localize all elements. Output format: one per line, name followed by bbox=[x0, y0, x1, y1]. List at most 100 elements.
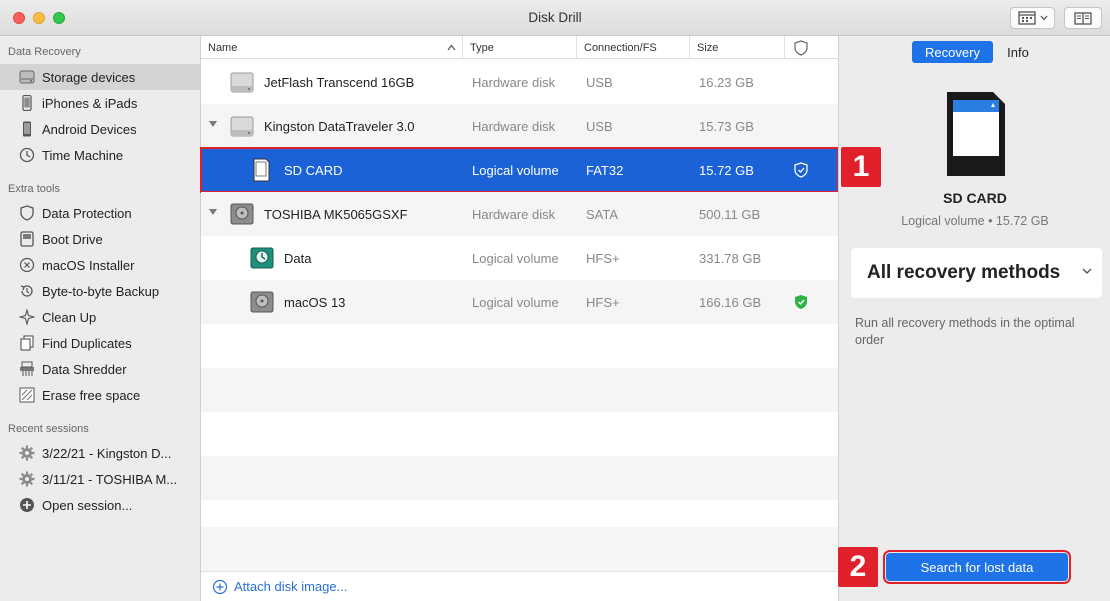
sidebar-item-erase-free-space[interactable]: Erase free space bbox=[0, 382, 200, 408]
boot-drive-icon bbox=[18, 230, 36, 248]
details-panel: Recovery Info SD CARD Logical volume • 1… bbox=[838, 36, 1110, 601]
disclosure-triangle-icon[interactable] bbox=[209, 209, 217, 215]
device-name: Data bbox=[284, 250, 312, 266]
device-connection: USB bbox=[586, 74, 613, 90]
sidebar-item-find-duplicates[interactable]: Find Duplicates bbox=[0, 330, 200, 356]
sidebar-item-label: Data Protection bbox=[42, 205, 132, 221]
sidebar-item-label: Erase free space bbox=[42, 387, 141, 403]
table-row[interactable]: Data Logical volume HFS+ 331.78 GB bbox=[201, 236, 838, 280]
sidebar-item-time-machine[interactable]: Time Machine bbox=[0, 142, 200, 168]
column-header-size[interactable]: Size bbox=[690, 36, 785, 59]
table-row[interactable]: macOS 13 Logical volume HFS+ 166.16 GB bbox=[201, 280, 838, 324]
column-connection-label: Connection/FS bbox=[584, 41, 657, 54]
plus-circle-icon bbox=[18, 496, 36, 514]
chevron-down-icon bbox=[1040, 15, 1047, 21]
hard-drive-icon bbox=[18, 68, 36, 86]
sidebar-item-open-session[interactable]: Open session... bbox=[0, 492, 200, 518]
selected-device-name: SD CARD bbox=[943, 190, 1007, 206]
device-size: 15.73 GB bbox=[699, 118, 754, 134]
device-type: Logical volume bbox=[472, 250, 559, 266]
device-type: Hardware disk bbox=[472, 118, 556, 134]
device-type: Hardware disk bbox=[472, 206, 556, 222]
android-device-icon bbox=[18, 120, 36, 138]
title-bar: Disk Drill bbox=[0, 0, 1110, 36]
sd-card-icon bbox=[251, 148, 271, 192]
installer-icon bbox=[18, 256, 36, 274]
sidebar-item-iphones[interactable]: iPhones & iPads bbox=[0, 90, 200, 116]
sidebar-item-session-kingston[interactable]: 3/22/21 - Kingston D... bbox=[0, 440, 200, 466]
table-header: Name Type Connection/FS Size bbox=[201, 36, 838, 59]
sidebar-item-byte-backup[interactable]: Byte-to-byte Backup bbox=[0, 278, 200, 304]
table-row-selected[interactable]: SD CARD Logical volume FAT32 15.72 GB bbox=[200, 147, 839, 193]
empty-row bbox=[201, 368, 838, 412]
sidebar-item-label: Android Devices bbox=[42, 121, 137, 137]
view-mode-button[interactable] bbox=[1010, 7, 1055, 29]
gear-icon bbox=[18, 470, 36, 488]
device-type: Logical volume bbox=[472, 294, 559, 310]
column-header-protection[interactable] bbox=[785, 36, 838, 59]
backup-icon bbox=[18, 282, 36, 300]
panel-icon bbox=[1074, 11, 1092, 25]
sidebar-item-boot-drive[interactable]: Boot Drive bbox=[0, 226, 200, 252]
device-connection: HFS+ bbox=[586, 250, 620, 266]
column-header-name[interactable]: Name bbox=[201, 36, 463, 59]
sidebar-item-label: Data Shredder bbox=[42, 361, 127, 377]
sidebar-item-label: macOS Installer bbox=[42, 257, 135, 273]
callout-badge-1: 1 bbox=[841, 147, 881, 187]
sd-card-large-icon bbox=[943, 90, 1009, 178]
sidebar-item-label: Storage devices bbox=[42, 69, 136, 85]
tab-recovery[interactable]: Recovery bbox=[912, 41, 993, 63]
device-size: 500.11 GB bbox=[699, 206, 761, 222]
toggle-panel-button[interactable] bbox=[1064, 7, 1102, 29]
device-type: Hardware disk bbox=[472, 74, 556, 90]
device-name: Kingston DataTraveler 3.0 bbox=[264, 118, 415, 134]
sidebar-item-clean-up[interactable]: Clean Up bbox=[0, 304, 200, 330]
device-connection: FAT32 bbox=[586, 162, 624, 178]
shield-icon bbox=[794, 39, 808, 56]
internal-hard-disk-icon bbox=[249, 280, 275, 324]
column-type-label: Type bbox=[470, 41, 494, 54]
external-drive-icon bbox=[229, 104, 255, 148]
device-size: 166.16 GB bbox=[699, 294, 762, 310]
sidebar-item-label: Open session... bbox=[42, 497, 133, 513]
table-row[interactable]: TOSHIBA MK5065GSXF Hardware disk SATA 50… bbox=[201, 192, 838, 236]
empty-row bbox=[201, 527, 838, 571]
device-name: SD CARD bbox=[284, 162, 343, 178]
sidebar-item-data-shredder[interactable]: Data Shredder bbox=[0, 356, 200, 382]
sidebar-item-label: Time Machine bbox=[42, 147, 124, 163]
search-for-lost-data-button[interactable]: Search for lost data bbox=[883, 550, 1071, 584]
sidebar-item-macos-installer[interactable]: macOS Installer bbox=[0, 252, 200, 278]
sidebar-item-label: Find Duplicates bbox=[42, 335, 132, 351]
column-header-type[interactable]: Type bbox=[463, 36, 577, 59]
disclosure-triangle-icon[interactable] bbox=[209, 121, 217, 127]
sidebar-item-android-devices[interactable]: Android Devices bbox=[0, 116, 200, 142]
sidebar-item-label: iPhones & iPads bbox=[42, 95, 138, 111]
callout-badge-2: 2 bbox=[838, 547, 878, 587]
time-machine-volume-icon bbox=[249, 236, 275, 280]
sidebar-item-data-protection[interactable]: Data Protection bbox=[0, 200, 200, 226]
section-label-data-recovery: Data Recovery bbox=[8, 46, 81, 58]
erase-icon bbox=[18, 386, 36, 404]
window-title: Disk Drill bbox=[528, 10, 582, 25]
device-name: macOS 13 bbox=[284, 294, 346, 310]
sidebar-item-storage-devices[interactable]: Storage devices bbox=[0, 64, 200, 90]
sidebar-item-session-toshiba[interactable]: 3/11/21 - TOSHIBA M... bbox=[0, 466, 200, 492]
external-drive-icon bbox=[229, 60, 255, 104]
table-row[interactable]: Kingston DataTraveler 3.0 Hardware disk … bbox=[201, 104, 838, 148]
shield-check-icon[interactable] bbox=[794, 148, 808, 192]
iphone-icon bbox=[18, 94, 36, 112]
chevron-down-icon bbox=[1082, 268, 1092, 274]
internal-hard-disk-icon bbox=[229, 192, 255, 236]
column-header-connection[interactable]: Connection/FS bbox=[577, 36, 690, 59]
attach-disk-image-link[interactable]: Attach disk image... bbox=[201, 571, 838, 601]
table-row[interactable]: JetFlash Transcend 16GB Hardware disk US… bbox=[201, 60, 838, 104]
shield-icon bbox=[18, 204, 36, 222]
device-table: Name Type Connection/FS Size JetFlash Tr… bbox=[200, 36, 839, 601]
device-connection: SATA bbox=[586, 206, 619, 222]
protected-shield-icon[interactable] bbox=[794, 280, 808, 324]
recovery-method-select[interactable]: All recovery methods bbox=[851, 248, 1102, 298]
device-type: Logical volume bbox=[472, 162, 559, 178]
sort-ascending-icon bbox=[447, 44, 456, 51]
tab-info[interactable]: Info bbox=[997, 41, 1039, 63]
sidebar-item-label: 3/11/21 - TOSHIBA M... bbox=[42, 471, 178, 487]
